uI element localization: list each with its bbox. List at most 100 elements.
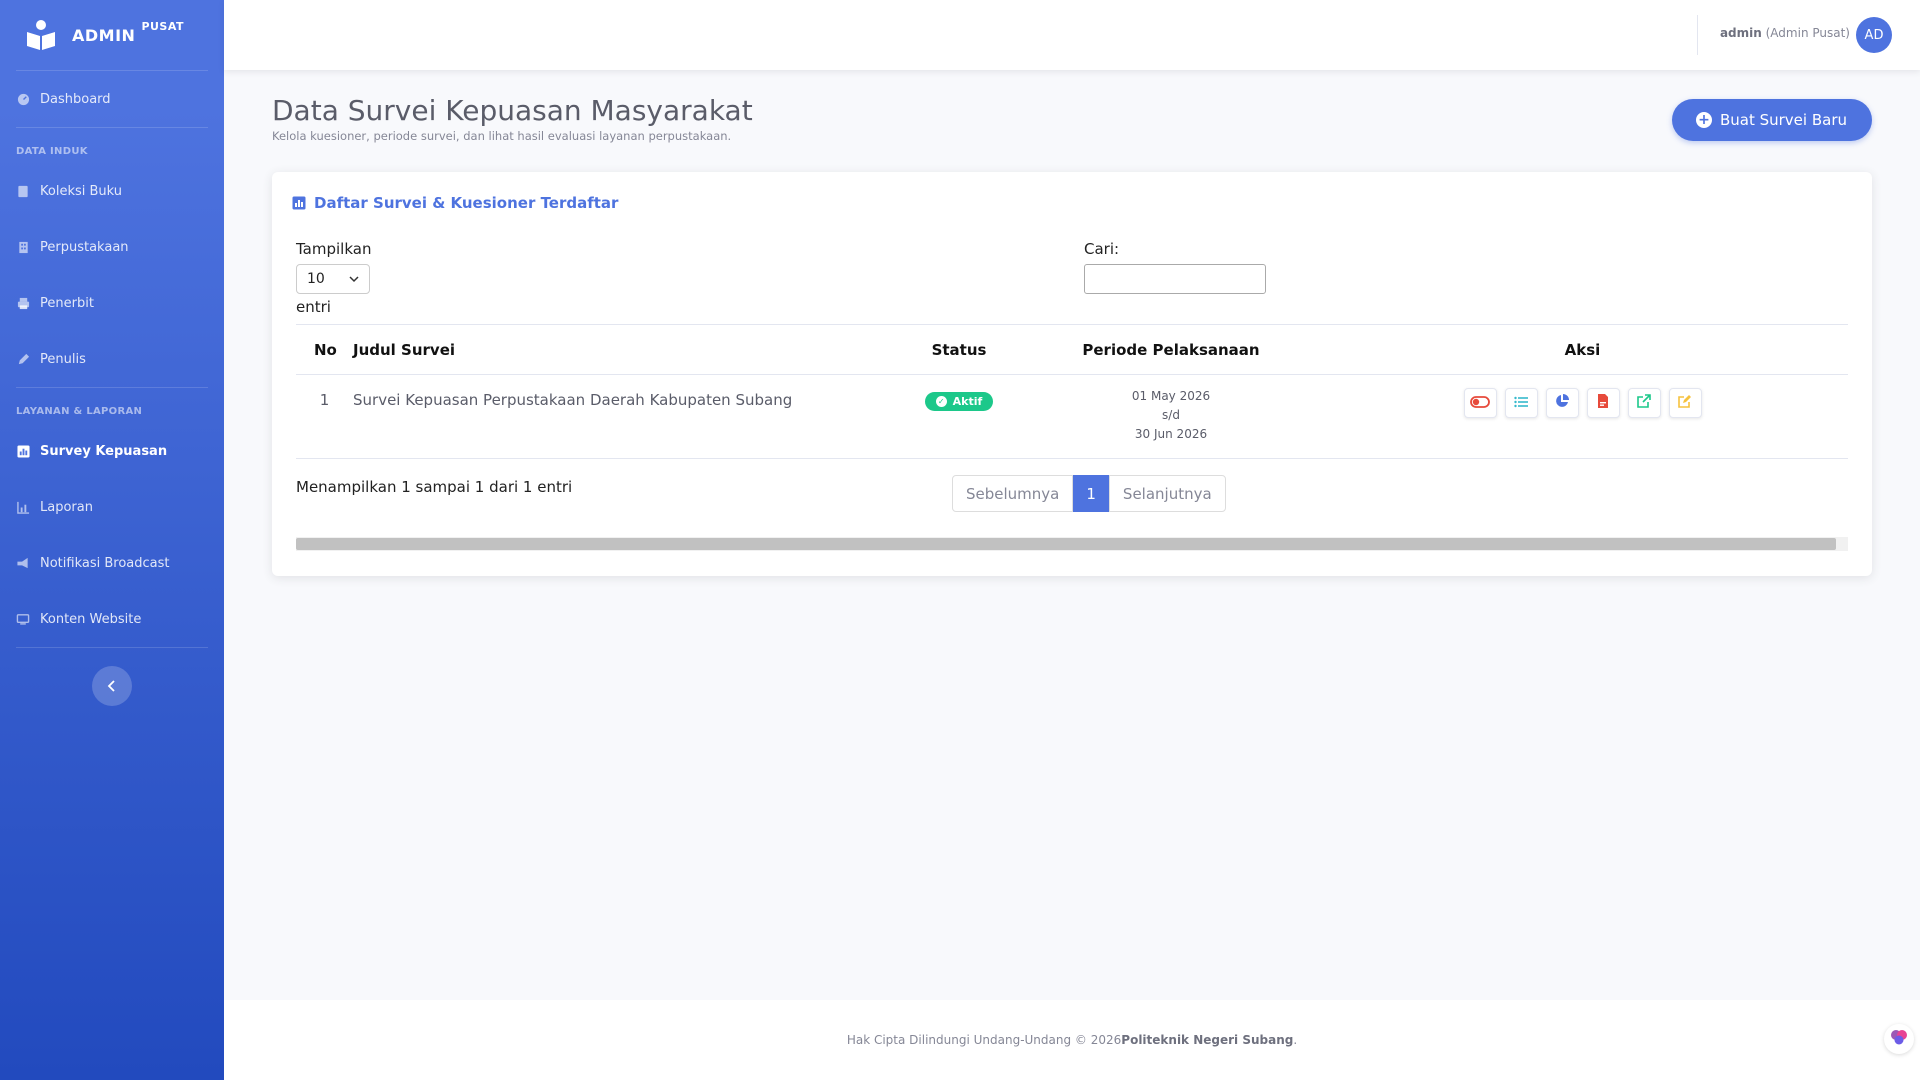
sidebar-item-label: Survey Kepuasan [40, 443, 168, 459]
sidebar-heading-layanan: LAYANAN & LAPORAN [16, 406, 143, 417]
chevron-left-icon [107, 677, 117, 696]
create-survey-label: Buat Survei Baru [1719, 111, 1847, 129]
building-icon [16, 240, 30, 254]
column-header-aksi[interactable]: Aksi [1317, 324, 1848, 375]
book-icon [16, 184, 30, 198]
list-icon [1514, 394, 1528, 412]
main-content: Data Survei Kepuasan Masyarakat Kelola k… [224, 70, 1920, 1000]
table-row: 1 Survei Kepuasan Perpustakaan Daerah Ka… [296, 374, 1848, 459]
file-pdf-icon [1597, 394, 1609, 412]
toggle-off-icon [1470, 394, 1490, 412]
plus-circle-icon: + [1695, 112, 1712, 128]
sidebar-item-label: Koleksi Buku [40, 183, 123, 199]
search-control: Cari: [1084, 240, 1266, 294]
column-header-periode[interactable]: Periode Pelaksanaan [1025, 324, 1317, 375]
card-title-text: Daftar Survei & Kuesioner Terdaftar [314, 194, 619, 212]
bar-chart-icon [16, 500, 30, 514]
sidebar-item-label: Konten Website [40, 611, 142, 627]
length-label-post: entri [296, 298, 331, 316]
pie-chart-icon [1555, 394, 1569, 412]
avatar[interactable]: AD [1856, 17, 1892, 53]
period-separator: s/d [1162, 408, 1180, 422]
gauge-icon [16, 92, 30, 106]
megaphone-icon [16, 556, 30, 570]
sidebar-item-koleksi-buku[interactable]: Koleksi Buku [0, 163, 224, 219]
external-link-icon [1637, 394, 1651, 412]
search-label: Cari: [1084, 240, 1120, 258]
scrollbar-thumb[interactable] [296, 538, 1836, 550]
entries-select-value: 10 [307, 271, 325, 287]
survey-list-card: Daftar Survei & Kuesioner Terdaftar Tamp… [272, 172, 1872, 576]
sidebar-item-label: Penerbit [40, 295, 94, 311]
footer-org: Politeknik Negeri Subang [1121, 1033, 1294, 1047]
results-chart-button[interactable] [1545, 388, 1579, 418]
sidebar-item-notifikasi-broadcast[interactable]: Notifikasi Broadcast [0, 535, 224, 591]
entries-select[interactable]: 10 [296, 264, 370, 294]
user-role: (Admin Pusat) [1765, 26, 1850, 40]
status-badge-label: Aktif [952, 395, 983, 408]
footer: Hak Cipta Dilindungi Undang-Undang © 202… [224, 1000, 1920, 1080]
pen-icon [16, 352, 30, 366]
status-cell: ✓ Aktif [893, 374, 1025, 459]
sidebar-item-penerbit[interactable]: Penerbit [0, 275, 224, 331]
brand-title: ADMIN PUSAT [72, 19, 185, 45]
horizontal-scrollbar[interactable] [296, 537, 1848, 551]
sidebar: ADMIN PUSAT Dashboard DATA INDUK Koleksi … [0, 0, 224, 1080]
create-survey-button[interactable]: + Buat Survei Baru [1671, 99, 1872, 141]
edit-icon [1678, 394, 1692, 412]
brand[interactable]: ADMIN PUSAT [0, 0, 224, 70]
sidebar-item-label: Laporan [40, 499, 93, 515]
sidebar-item-label: Penulis [40, 351, 86, 367]
survey-title: Survei Kepuasan Perpustakaan Daerah Kabu… [353, 374, 893, 459]
column-header-judul[interactable]: Judul Survei [353, 324, 893, 375]
export-pdf-button[interactable] [1586, 388, 1620, 418]
toggle-status-button[interactable] [1463, 388, 1497, 418]
period-cell: 01 May 2026 s/d 30 Jun 2026 [1025, 374, 1317, 459]
sidebar-item-label: Perpustakaan [40, 239, 129, 255]
sidebar-item-perpustakaan[interactable]: Perpustakaan [0, 219, 224, 275]
sidebar-item-dashboard[interactable]: Dashboard [0, 71, 224, 127]
brain-icon [1890, 1029, 1908, 1049]
column-header-status[interactable]: Status [893, 324, 1025, 375]
sidebar-item-survey-kepuasan[interactable]: Survey Kepuasan [0, 423, 224, 479]
table-info: Menampilkan 1 sampai 1 dari 1 entri [296, 478, 573, 496]
page-title: Data Survei Kepuasan Masyarakat [272, 94, 753, 127]
column-header-no[interactable]: No [296, 324, 353, 375]
actions-cell [1317, 374, 1848, 459]
user-menu[interactable]: admin (Admin Pusat) [1720, 26, 1850, 40]
open-link-button[interactable] [1627, 388, 1661, 418]
pagination: Sebelumnya 1 Selanjutnya [952, 475, 1226, 512]
chart-square-icon [16, 444, 30, 458]
sidebar-item-label: Dashboard [40, 91, 111, 107]
book-reader-icon [24, 18, 58, 52]
sidebar-item-penulis[interactable]: Penulis [0, 331, 224, 387]
page-subtitle: Kelola kuesioner, periode survei, dan li… [272, 129, 732, 143]
table-header-row: No Judul Survei Status Periode Pelaksana… [296, 324, 1848, 375]
footer-copyright: Hak Cipta Dilindungi Undang-Undang © 202… [846, 1033, 1122, 1047]
period-end: 30 Jun 2026 [1134, 427, 1208, 441]
chevron-down-icon [349, 271, 359, 287]
sidebar-item-konten-website[interactable]: Konten Website [0, 591, 224, 647]
questions-list-button[interactable] [1504, 388, 1538, 418]
edit-button[interactable] [1668, 388, 1702, 418]
pagination-prev[interactable]: Sebelumnya [952, 475, 1074, 512]
row-number: 1 [296, 374, 353, 459]
monitor-icon [16, 612, 30, 626]
period-start: 01 May 2026 [1131, 389, 1211, 403]
survey-table: No Judul Survei Status Periode Pelaksana… [296, 324, 1848, 459]
card-title: Daftar Survei & Kuesioner Terdaftar [292, 194, 618, 212]
pagination-page[interactable]: 1 [1073, 475, 1109, 512]
printer-icon [16, 296, 30, 310]
sidebar-item-laporan[interactable]: Laporan [0, 479, 224, 535]
sidebar-divider [16, 647, 208, 648]
chart-square-icon [292, 196, 306, 210]
sidebar-toggle-button[interactable] [92, 666, 132, 706]
sidebar-heading-data-induk: DATA INDUK [16, 146, 88, 157]
length-label-pre: Tampilkan [296, 240, 372, 258]
topbar-divider [1697, 15, 1698, 55]
pagination-next[interactable]: Selanjutnya [1108, 475, 1226, 512]
assistant-widget-button[interactable] [1884, 1024, 1914, 1054]
check-circle-icon: ✓ [935, 396, 947, 407]
status-badge: ✓ Aktif [924, 392, 994, 411]
search-input[interactable] [1084, 264, 1266, 294]
